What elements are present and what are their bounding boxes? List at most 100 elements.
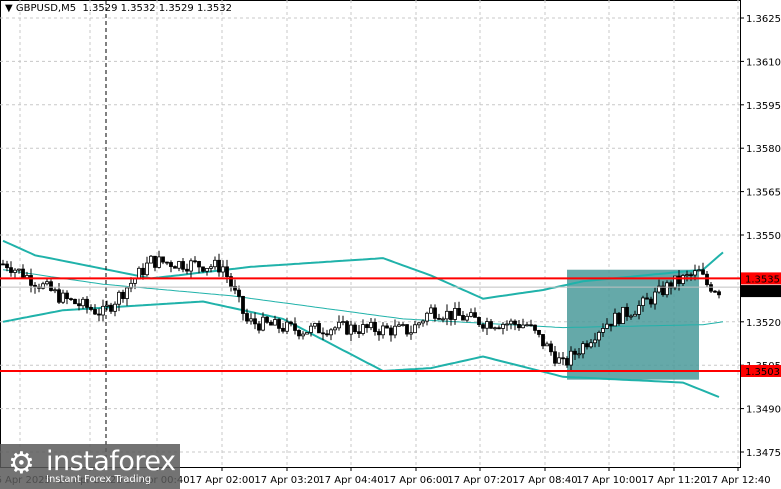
chart-window[interactable]: 1.3625 1.3610 1.3595 1.3580 1.3565 1.3550 1.35… (0, 0, 781, 489)
candle (45, 278, 49, 286)
candle-body (357, 331, 361, 334)
candle-body (237, 289, 241, 297)
dropdown-triangle-icon[interactable]: ▼ (5, 3, 13, 14)
candle-body (497, 327, 501, 330)
candle (153, 255, 157, 272)
candle (13, 268, 17, 279)
time-tick-label: 17 Apr 12:40 (705, 475, 770, 486)
candle-body (413, 324, 417, 334)
candle (121, 289, 125, 303)
candle (97, 308, 101, 322)
candle-body (573, 350, 577, 355)
candle-body (321, 332, 325, 335)
candle-body (157, 256, 161, 268)
candle-body (121, 291, 125, 299)
price-tick-label: 1.3565 (746, 188, 781, 199)
candle-body (465, 315, 469, 321)
price-tick-label: 1.3580 (746, 144, 781, 155)
candle-body (253, 318, 257, 325)
candle-body (133, 278, 137, 284)
candle (117, 290, 121, 312)
candle (177, 260, 181, 272)
candle-body (549, 343, 553, 353)
price-chart[interactable]: 1.3625 1.3610 1.3595 1.3580 1.3565 1.3550 1.35… (0, 0, 781, 489)
candle-body (153, 255, 157, 268)
candle-body (69, 298, 73, 301)
candle-body (653, 291, 657, 305)
candle-body (373, 321, 377, 332)
candle-body (209, 266, 213, 269)
candle-body (45, 281, 49, 285)
candle (185, 263, 189, 275)
candle (241, 295, 245, 321)
candle-body (665, 282, 669, 296)
candle-body (341, 321, 345, 323)
candle-body (361, 324, 365, 334)
candle-body (645, 297, 649, 300)
candle-body (337, 321, 341, 329)
candle-body (577, 353, 581, 356)
candle-body (501, 323, 505, 329)
time-tick-label: 17 Apr 11:20 (641, 475, 706, 486)
candle-body (641, 297, 645, 306)
candle (49, 279, 53, 292)
candle-body (65, 292, 69, 300)
candle-body (173, 266, 177, 269)
candle-body (637, 305, 641, 315)
candle (277, 318, 281, 334)
candle-body (477, 316, 481, 325)
candle (229, 272, 233, 292)
candle-body (97, 313, 101, 316)
candle (169, 260, 173, 273)
candle (553, 346, 557, 367)
candle (297, 329, 301, 340)
candle-body (349, 324, 353, 335)
candle (9, 261, 13, 277)
candle (157, 250, 161, 269)
candle (237, 285, 241, 303)
candle-body (345, 321, 349, 335)
chart-header: ▼ GBPUSD,M5 1.3529 1.3532 1.3529 1.3532 (5, 3, 232, 14)
candle-body (329, 329, 333, 336)
candle (489, 319, 493, 329)
instaforex-logo: ⚙ instaforex Instant Forex Trading (0, 444, 180, 489)
candle-body (185, 268, 189, 272)
candle (149, 255, 153, 264)
candle-body (569, 350, 573, 366)
candle-body (417, 322, 421, 326)
candle-body (429, 307, 433, 314)
candle (405, 324, 409, 337)
candle-body (649, 298, 653, 305)
level-price-label: 1.3503 (745, 367, 780, 378)
candle-body (709, 284, 713, 292)
candle (269, 320, 273, 326)
candle (265, 315, 269, 324)
candle (369, 317, 373, 331)
candle (249, 313, 253, 325)
candle-body (125, 287, 129, 299)
candle (485, 317, 489, 336)
candle-body (113, 303, 117, 312)
candle-body (425, 312, 429, 322)
candle-body (105, 304, 109, 307)
candle-body (225, 266, 229, 277)
candle-body (397, 324, 401, 327)
candle (437, 313, 441, 320)
candle-body (353, 324, 357, 333)
candle-body (289, 321, 293, 325)
candle (65, 290, 69, 305)
candle-body (49, 281, 53, 291)
candle-body (277, 319, 281, 329)
candle-body (441, 318, 445, 321)
candle-body (393, 325, 397, 336)
candle-body (529, 324, 533, 327)
candle (717, 289, 721, 299)
candle (433, 304, 437, 322)
level-price-label: 1.3535 (745, 274, 780, 285)
candle (465, 313, 469, 323)
candle (665, 280, 669, 298)
candle-body (517, 324, 521, 329)
candle-body (605, 323, 609, 329)
gear-logo-icon: ⚙ (8, 446, 35, 481)
candle (533, 324, 537, 334)
